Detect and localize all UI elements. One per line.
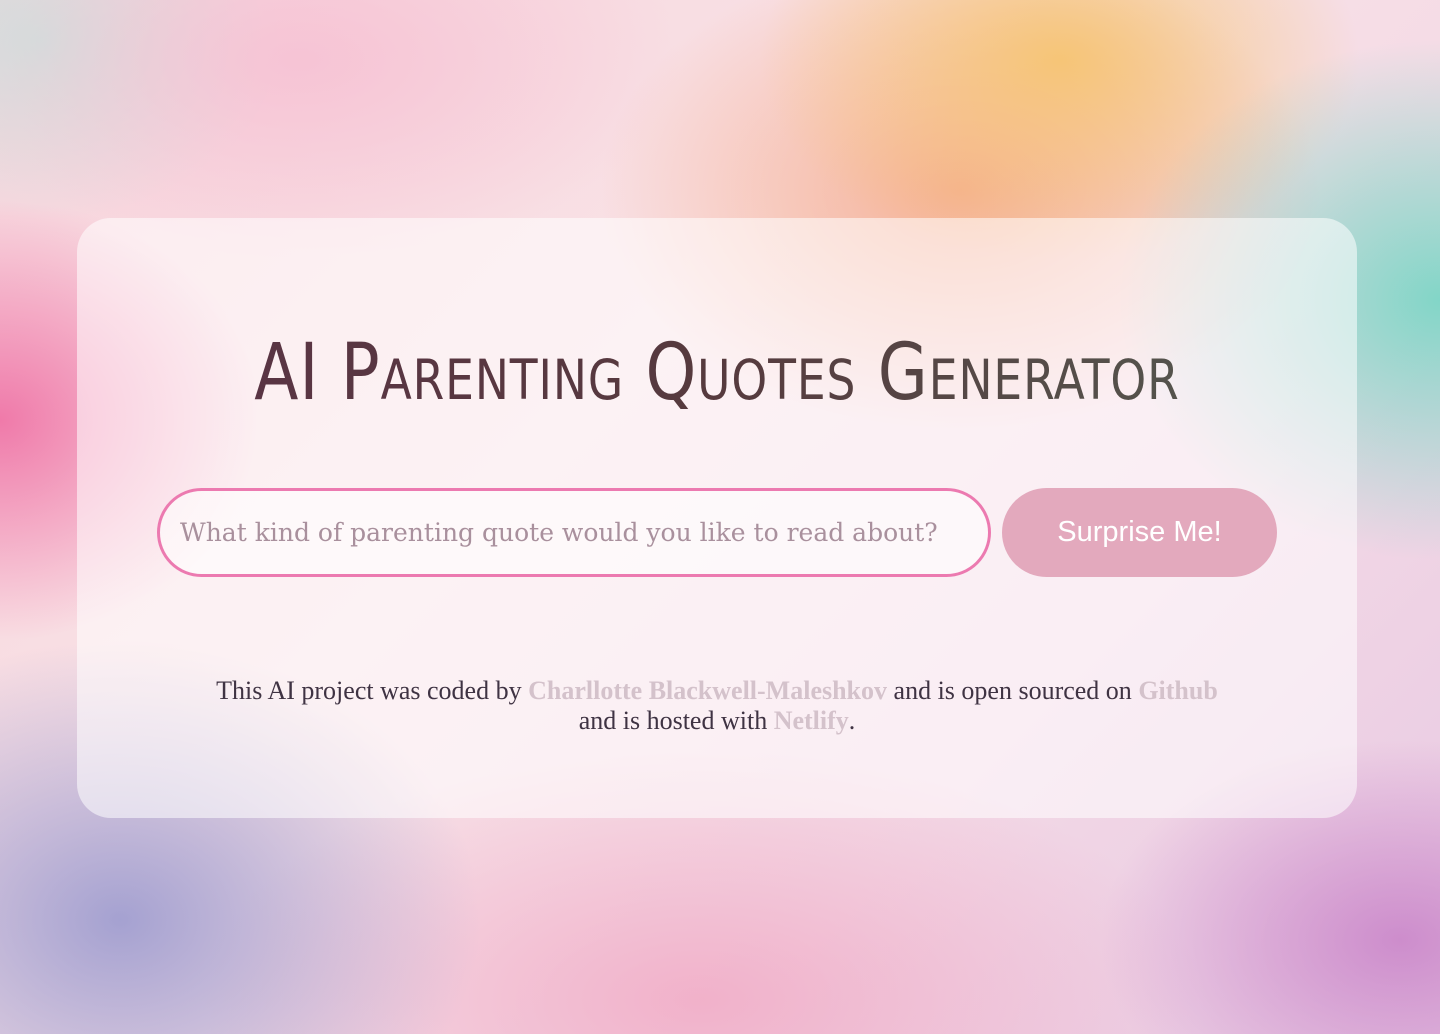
credits-period: . (848, 706, 856, 735)
github-link[interactable]: Github (1138, 676, 1218, 705)
credits-text: and is open sourced on (887, 676, 1139, 705)
author-link[interactable]: Charllotte Blackwell-Maleshkov (528, 676, 887, 705)
page-title: AI Parenting Quotes Generator (128, 318, 1306, 428)
quote-topic-input[interactable] (157, 488, 991, 577)
quote-form: Surprise Me! (157, 488, 1277, 578)
surprise-me-button[interactable]: Surprise Me! (1002, 488, 1277, 577)
credits-line-1: This AI project was coded by Charllotte … (77, 676, 1357, 706)
credits-text: This AI project was coded by (216, 676, 529, 705)
netlify-link[interactable]: Netlify (774, 706, 849, 735)
quote-generator-card: AI Parenting Quotes Generator Surprise M… (77, 218, 1357, 818)
credits-line-2: and is hosted with Netlify. (77, 706, 1357, 736)
credits-text: and is hosted with (578, 706, 774, 735)
credits-footer: This AI project was coded by Charllotte … (77, 676, 1357, 736)
